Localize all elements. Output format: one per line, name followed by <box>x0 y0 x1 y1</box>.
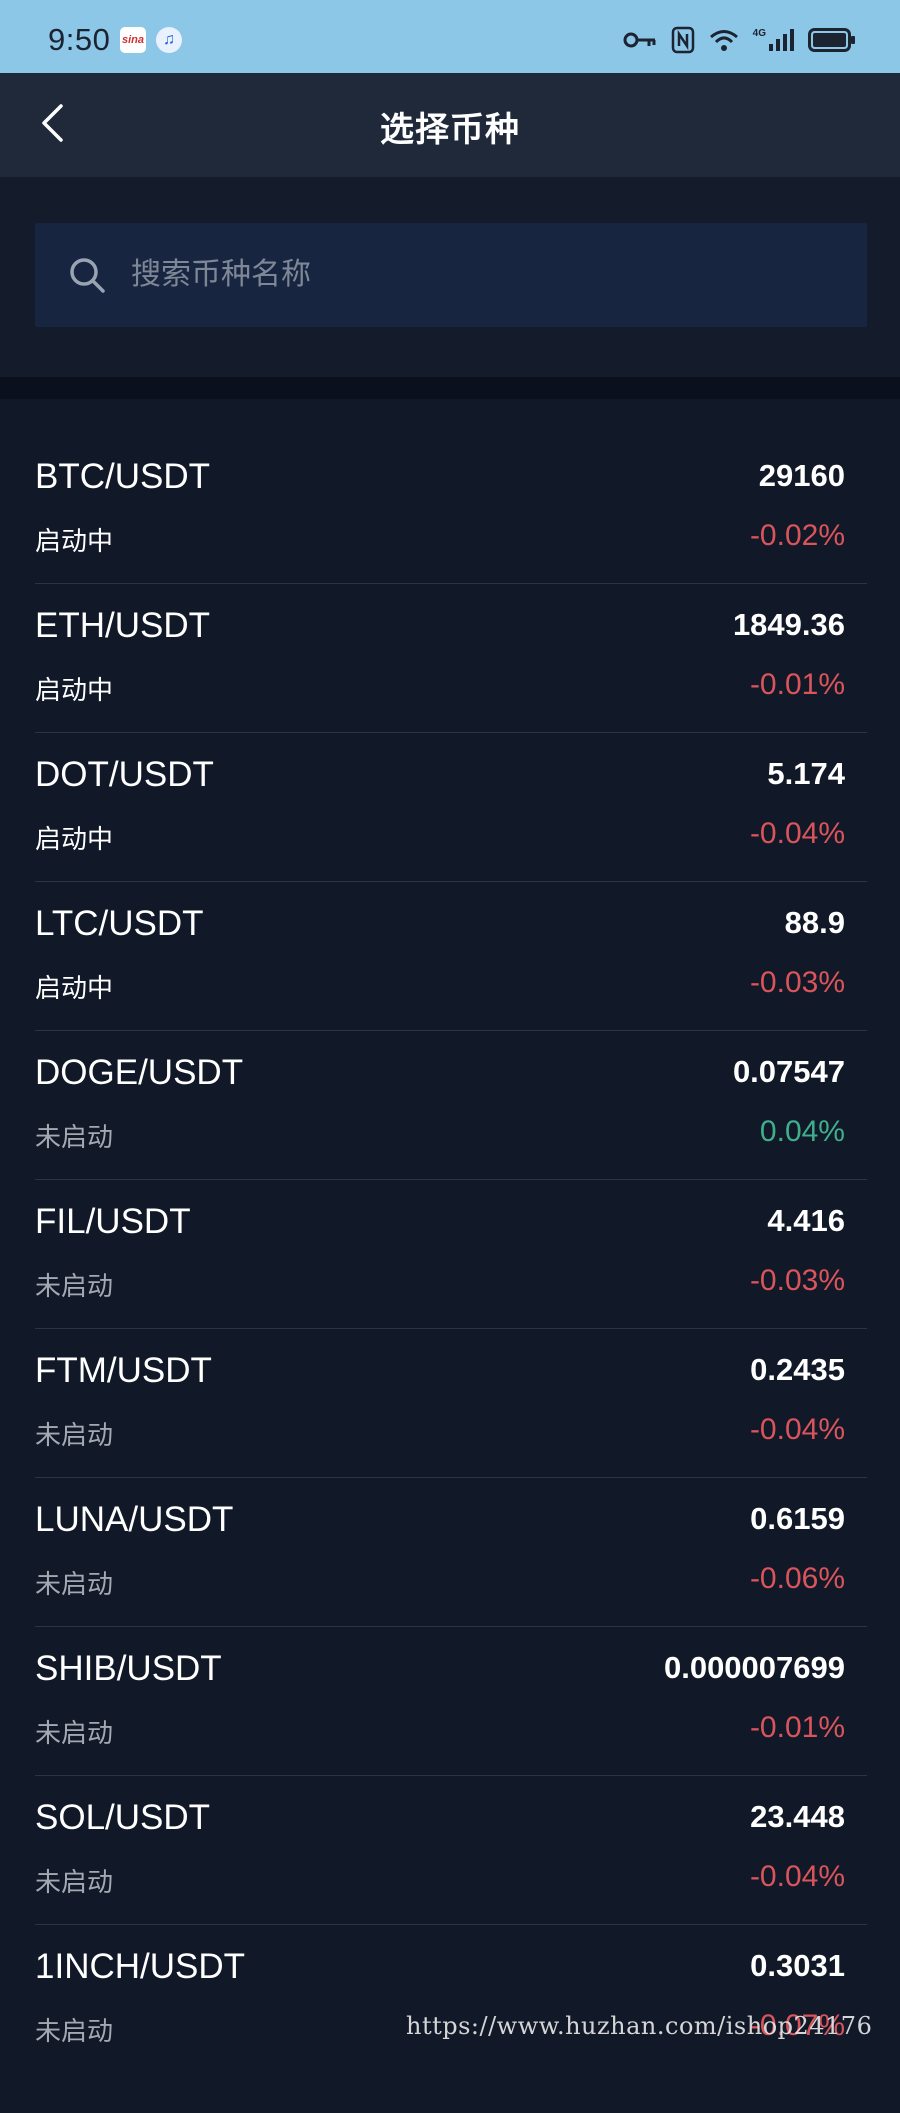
network-type-label: 4G <box>752 28 766 39</box>
nav-bar: 选择币种 <box>0 73 900 177</box>
coin-change: -0.01% <box>749 668 845 701</box>
coin-price: 0.3031 <box>750 1948 845 1983</box>
coin-pair: FTM/USDT <box>35 1351 212 1390</box>
battery-icon <box>808 28 856 52</box>
coin-row-ltc-usdt[interactable]: LTC/USDT 启动中 88.9 -0.03% <box>35 882 867 1031</box>
coin-price: 4.416 <box>767 1203 845 1238</box>
coin-row-luna-usdt[interactable]: LUNA/USDT 未启动 0.6159 -0.06% <box>35 1478 867 1627</box>
coin-pair: FIL/USDT <box>35 1202 191 1241</box>
coin-row-sol-usdt[interactable]: SOL/USDT 未启动 23.448 -0.04% <box>35 1776 867 1925</box>
coin-pair: 1INCH/USDT <box>35 1947 246 1986</box>
coin-status: 启动中 <box>35 526 114 556</box>
coin-price: 29160 <box>758 458 845 493</box>
wifi-icon <box>709 28 739 52</box>
coin-list: BTC/USDT 启动中 29160 -0.02% ETH/USDT 启动中 1… <box>35 435 867 2073</box>
coin-pair: DOGE/USDT <box>35 1053 244 1092</box>
coin-price: 88.9 <box>784 905 845 940</box>
coin-price: 0.07547 <box>732 1054 845 1089</box>
coin-change: -0.07% <box>749 2009 845 2042</box>
coin-row-btc-usdt[interactable]: BTC/USDT 启动中 29160 -0.02% <box>35 435 867 584</box>
coin-status: 未启动 <box>35 2016 114 2046</box>
music-app-icon: ♫ <box>156 27 182 53</box>
search-icon <box>67 255 107 295</box>
coin-change: -0.04% <box>749 817 845 850</box>
page-title: 选择币种 <box>380 111 520 149</box>
coin-status: 未启动 <box>35 1718 114 1748</box>
coin-pair: BTC/USDT <box>35 457 210 496</box>
coin-row-fil-usdt[interactable]: FIL/USDT 未启动 4.416 -0.03% <box>35 1180 867 1329</box>
4g-signal-icon: 4G <box>753 28 794 52</box>
coin-change: -0.02% <box>749 519 845 552</box>
coin-price: 0.2435 <box>750 1352 845 1387</box>
coin-change: -0.06% <box>749 1562 845 1595</box>
coin-status: 启动中 <box>35 675 114 705</box>
coin-row-doge-usdt[interactable]: DOGE/USDT 未启动 0.07547 0.04% <box>35 1031 867 1180</box>
coin-status: 启动中 <box>35 824 114 854</box>
coin-pair: DOT/USDT <box>35 755 214 794</box>
coin-status: 启动中 <box>35 973 114 1003</box>
coin-row-eth-usdt[interactable]: ETH/USDT 启动中 1849.36 -0.01% <box>35 584 867 733</box>
coin-row-shib-usdt[interactable]: SHIB/USDT 未启动 0.000007699 -0.01% <box>35 1627 867 1776</box>
coin-change: -0.01% <box>749 1711 845 1744</box>
search-box[interactable] <box>35 223 867 327</box>
search-section <box>0 177 900 377</box>
status-time: 9:50 <box>48 22 111 57</box>
coin-change: -0.03% <box>749 966 845 999</box>
coin-status: 未启动 <box>35 1569 114 1599</box>
coin-row-1inch-usdt[interactable]: 1INCH/USDT 未启动 0.3031 -0.07% <box>35 1925 867 2073</box>
status-icons: 4G <box>623 25 856 55</box>
section-divider <box>0 377 900 399</box>
coin-price: 0.6159 <box>750 1501 845 1536</box>
coin-price: 0.000007699 <box>663 1650 845 1685</box>
coin-price: 5.174 <box>767 756 845 791</box>
coin-price: 23.448 <box>750 1799 845 1834</box>
coin-pair: SHIB/USDT <box>35 1649 222 1688</box>
coin-status: 未启动 <box>35 1122 114 1152</box>
coin-pair: LTC/USDT <box>35 904 204 943</box>
coin-change: -0.04% <box>749 1413 845 1446</box>
search-input[interactable] <box>129 244 867 306</box>
coin-status: 未启动 <box>35 1271 114 1301</box>
status-bar: 9:50 sina ♫ 4G <box>0 0 900 73</box>
coin-pair: SOL/USDT <box>35 1798 211 1837</box>
coin-pair: ETH/USDT <box>35 606 210 645</box>
coin-status: 未启动 <box>35 1867 114 1897</box>
coin-price: 1849.36 <box>732 607 845 642</box>
key-icon <box>623 30 657 50</box>
coin-row-ftm-usdt[interactable]: FTM/USDT 未启动 0.2435 -0.04% <box>35 1329 867 1478</box>
coin-row-dot-usdt[interactable]: DOT/USDT 启动中 5.174 -0.04% <box>35 733 867 882</box>
coin-change: -0.03% <box>749 1264 845 1297</box>
coin-status: 未启动 <box>35 1420 114 1450</box>
nfc-icon <box>671 26 695 54</box>
coin-change: 0.04% <box>759 1115 845 1148</box>
coin-pair: LUNA/USDT <box>35 1500 234 1539</box>
coin-change: -0.04% <box>749 1860 845 1893</box>
weibo-app-icon: sina <box>120 27 146 53</box>
